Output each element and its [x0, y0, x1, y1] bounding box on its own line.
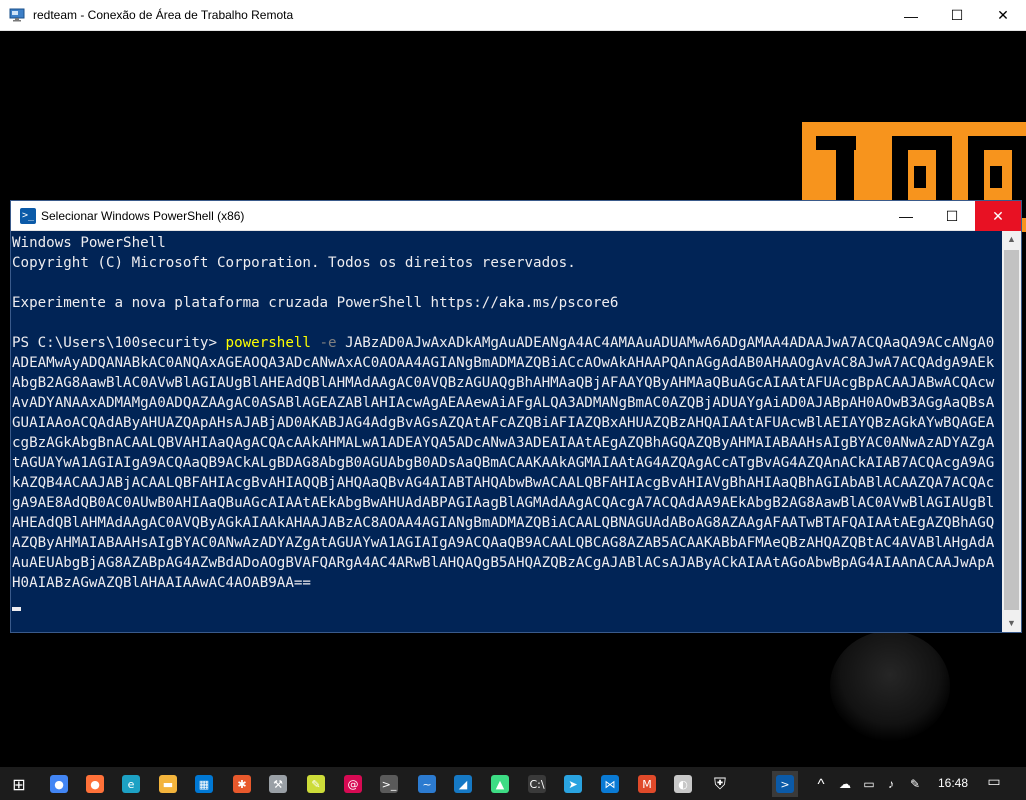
- console-scrollbar[interactable]: ▲ ▼: [1002, 231, 1021, 632]
- telegram-icon[interactable]: ➤: [560, 771, 586, 797]
- notification-icon[interactable]: ▭: [984, 773, 1004, 793]
- console-copyright: Copyright (C) Microsoft Corporation. Tod…: [12, 255, 576, 271]
- powershell-taskbar-icon-glyph: >: [776, 775, 794, 793]
- android-icon-glyph: ▲: [491, 775, 509, 793]
- burp-icon[interactable]: ✱: [229, 771, 255, 797]
- remote-icon[interactable]: ◐: [670, 771, 696, 797]
- kali-icon[interactable]: ~: [414, 771, 440, 797]
- powershell-title-bar[interactable]: >_ Selecionar Windows PowerShell (x86) —…: [11, 201, 1021, 231]
- taskbar-clock[interactable]: 16:48: [938, 776, 968, 790]
- vscode-icon[interactable]: ⋈: [597, 771, 623, 797]
- store-icon[interactable]: ▦: [191, 771, 217, 797]
- wallpaper-shape: [830, 631, 950, 741]
- store-icon-glyph: ▦: [195, 775, 213, 793]
- powershell-window[interactable]: >_ Selecionar Windows PowerShell (x86) —…: [11, 201, 1021, 632]
- notepad-icon[interactable]: ✎: [303, 771, 329, 797]
- console-cursor: [12, 607, 21, 611]
- powershell-icon: >_: [20, 208, 36, 224]
- security-icon[interactable]: ⛨: [707, 771, 733, 797]
- chrome-icon-glyph: ●: [50, 775, 68, 793]
- chrome-icon[interactable]: ●: [46, 771, 72, 797]
- console-encoded-payload: JABzAD0AJwAxADkAMgAuADEANgA4AC4AMAAuADUA…: [12, 335, 995, 591]
- rdp-minimize-button[interactable]: —: [888, 0, 934, 31]
- powershell-maximize-button[interactable]: ☐: [929, 201, 975, 231]
- rdp-close-button[interactable]: ✕: [980, 0, 1026, 31]
- file-explorer-icon[interactable]: ▬: [155, 771, 181, 797]
- console-flag: -e: [319, 335, 337, 351]
- volume-icon[interactable]: ♪: [878, 771, 904, 797]
- edge-icon[interactable]: e: [118, 771, 144, 797]
- firefox-icon-glyph: ●: [86, 775, 104, 793]
- security-icon-glyph: ⛨: [713, 774, 726, 793]
- powershell-window-title: Selecionar Windows PowerShell (x86): [41, 209, 245, 223]
- metasploit-icon[interactable]: M: [634, 771, 660, 797]
- powershell-minimize-button[interactable]: —: [883, 201, 929, 231]
- telegram-icon-glyph: ➤: [564, 775, 582, 793]
- weather-icon[interactable]: ☁: [832, 771, 858, 797]
- wireshark-icon[interactable]: ◢: [450, 771, 476, 797]
- console-pscore-notice: Experimente a nova plataforma cruzada Po…: [12, 295, 619, 311]
- firefox-icon[interactable]: ●: [82, 771, 108, 797]
- start-icon[interactable]: ⊞: [6, 771, 32, 797]
- scrollbar-thumb[interactable]: [1004, 250, 1019, 610]
- wireshark-icon-glyph: ◢: [454, 775, 472, 793]
- remote-icon-glyph: ◐: [674, 775, 692, 793]
- debian-icon[interactable]: @: [340, 771, 366, 797]
- rdp-title-bar[interactable]: redteam - Conexão de Área de Trabalho Re…: [0, 0, 1026, 31]
- console-prompt: PS C:\Users\100security>: [12, 335, 226, 351]
- tray-chevron-icon[interactable]: ^: [808, 771, 834, 797]
- vscode-icon-glyph: ⋈: [601, 775, 619, 793]
- notepad-icon-glyph: ✎: [307, 775, 325, 793]
- remote-desktop-area: >_ Selecionar Windows PowerShell (x86) —…: [0, 31, 1026, 767]
- console-command: powershell: [225, 335, 311, 351]
- cmd-icon[interactable]: C:\: [524, 771, 550, 797]
- terminal-icon[interactable]: >_: [376, 771, 402, 797]
- remote-desktop-icon: [9, 8, 25, 22]
- file-explorer-icon-glyph: ▬: [159, 775, 177, 793]
- kali-icon-glyph: ~: [418, 775, 436, 793]
- powershell-taskbar-icon[interactable]: >: [772, 771, 798, 797]
- rdp-maximize-button[interactable]: ☐: [934, 0, 980, 31]
- android-icon[interactable]: ▲: [487, 771, 513, 797]
- cmd-icon-glyph: C:\: [528, 775, 546, 793]
- terminal-icon-glyph: >_: [380, 775, 398, 793]
- edge-icon-glyph: e: [122, 775, 140, 793]
- scroll-down-icon[interactable]: ▼: [1002, 615, 1021, 632]
- powershell-close-button[interactable]: ✕: [975, 201, 1021, 231]
- burp-icon-glyph: ✱: [233, 775, 251, 793]
- rdp-window-title: redteam - Conexão de Área de Trabalho Re…: [33, 8, 294, 22]
- metasploit-icon-glyph: M: [638, 775, 656, 793]
- tools-icon-glyph: ⚒: [269, 775, 287, 793]
- scroll-up-icon[interactable]: ▲: [1002, 231, 1021, 248]
- console-banner-title: Windows PowerShell: [12, 235, 166, 251]
- screen: redteam - Conexão de Área de Trabalho Re…: [0, 0, 1026, 800]
- language-icon[interactable]: ✎: [902, 771, 928, 797]
- debian-icon-glyph: @: [344, 775, 362, 793]
- console-output[interactable]: Windows PowerShell Copyright (C) Microso…: [12, 233, 1001, 632]
- taskbar: ⊞ ● ● e ▬ ▦ ✱ ⚒ ✎ @ >_ ~ ◢ ▲ C:\ ➤ ⋈ M ◐ ⛨ > ^ ☁ ▭ ♪ ✎ 16:48…: [0, 767, 1026, 800]
- tools-icon[interactable]: ⚒: [265, 771, 291, 797]
- start-icon-glyph: ⊞: [12, 774, 26, 794]
